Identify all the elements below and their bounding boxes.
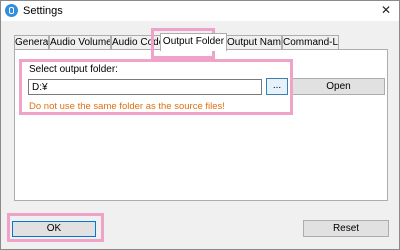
same-folder-warning: Do not use the same folder as the source… — [29, 101, 225, 112]
ok-button[interactable]: OK — [12, 221, 96, 237]
output-folder-input[interactable] — [28, 79, 262, 95]
window-title: Settings — [23, 5, 63, 17]
open-folder-button[interactable]: Open — [292, 78, 385, 95]
tab-strip: General Audio Volume Audio Codec Output … — [14, 33, 340, 51]
browse-button[interactable]: ... — [266, 78, 288, 95]
close-button[interactable]: ✕ — [377, 2, 395, 19]
tab-audio-volume[interactable]: Audio Volume — [49, 35, 111, 49]
title-bar: Settings ✕ — [1, 1, 399, 21]
settings-app-icon — [5, 4, 18, 17]
tab-output-folder[interactable]: Output Folder — [160, 33, 227, 51]
output-folder-label: Select output folder: — [29, 64, 118, 75]
tab-general[interactable]: General — [14, 35, 49, 49]
tab-command-line[interactable]: Command-Line — [282, 35, 339, 49]
tab-audio-codec[interactable]: Audio Codec — [111, 35, 164, 49]
reset-button[interactable]: Reset — [303, 220, 389, 237]
tab-output-name[interactable]: Output Name — [226, 35, 282, 49]
